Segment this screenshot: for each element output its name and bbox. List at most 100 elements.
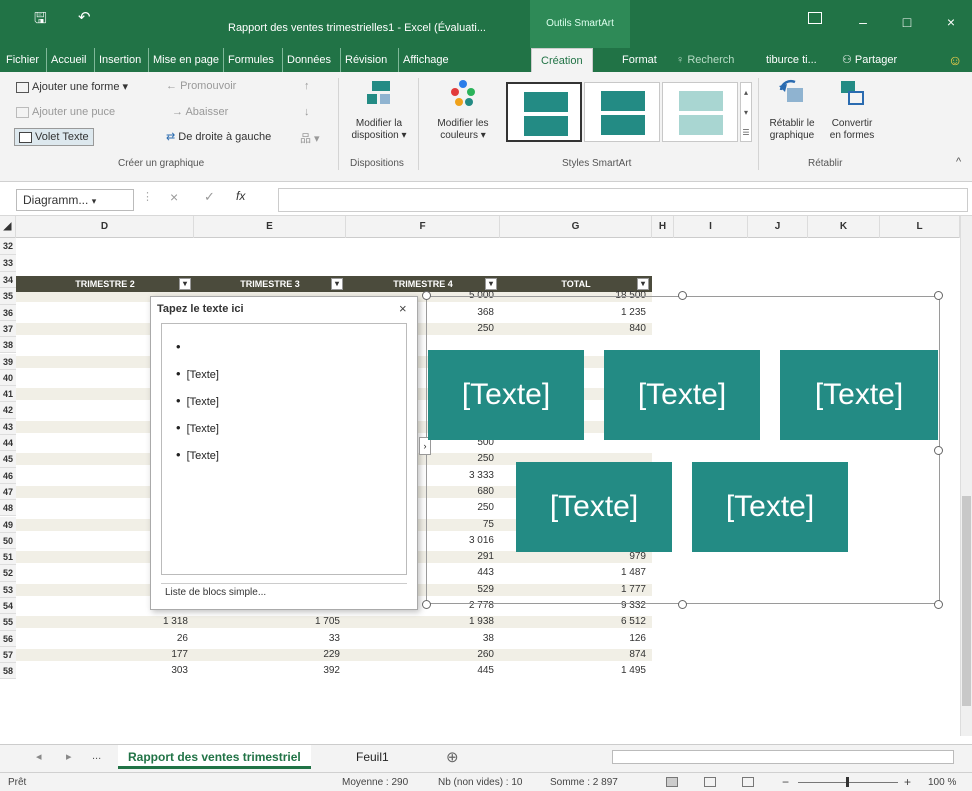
header-trimestre-3[interactable]: TRIMESTRE 3 ▾ [194, 276, 346, 292]
row-header[interactable]: 36 [0, 304, 16, 321]
column-header-i[interactable]: I [674, 216, 748, 238]
close-button[interactable]: × [936, 14, 966, 30]
zoom-in-button[interactable]: + [904, 775, 911, 789]
sheet-nav-next-icon[interactable]: ▸ [66, 750, 72, 763]
ribbon-display-icon[interactable] [808, 12, 822, 24]
normal-view-icon[interactable] [666, 777, 678, 787]
smartart-style-3[interactable] [662, 82, 738, 142]
table-cell[interactable]: 445 [346, 665, 500, 676]
filter-dropdown-icon[interactable]: ▾ [331, 278, 343, 290]
column-header-e[interactable]: E [194, 216, 346, 238]
layout-org-icon[interactable]: 品 ▾ [300, 130, 320, 146]
table-cell[interactable]: 1 938 [346, 616, 500, 627]
resize-handle[interactable] [678, 291, 687, 300]
tab-donnees[interactable]: Données [282, 48, 331, 72]
filter-dropdown-icon[interactable]: ▾ [485, 278, 497, 290]
row-header[interactable]: 38 [0, 337, 16, 354]
undo-icon[interactable]: ↶ [78, 8, 91, 26]
smartart-style-1[interactable] [506, 82, 582, 142]
row-header[interactable]: 33 [0, 255, 16, 272]
change-layout-button[interactable]: Modifier la disposition ▾ [348, 78, 410, 142]
row-header[interactable]: 47 [0, 483, 16, 501]
table-cell[interactable]: 6 512 [500, 616, 652, 627]
resize-handle[interactable] [422, 600, 431, 609]
column-header-j[interactable]: J [748, 216, 808, 238]
tab-formules[interactable]: Formules [223, 48, 274, 72]
cancel-icon[interactable]: × [170, 189, 178, 205]
tab-creation[interactable]: Création [531, 48, 593, 72]
tab-mise-en-page[interactable]: Mise en page [148, 48, 219, 72]
column-header-k[interactable]: K [808, 216, 880, 238]
reset-graphic-button[interactable]: Rétablir le graphique [762, 78, 822, 142]
row-header[interactable]: 40 [0, 369, 16, 387]
text-pane-button[interactable]: Volet Texte [14, 128, 94, 146]
row-header[interactable]: 56 [0, 630, 16, 647]
column-header-g[interactable]: G [500, 216, 652, 238]
add-sheet-icon[interactable]: ⊕ [446, 748, 459, 766]
zoom-out-button[interactable]: − [782, 775, 789, 789]
save-icon[interactable]: 🖫 [34, 8, 47, 33]
row-header[interactable]: 51 [0, 549, 16, 566]
table-cell[interactable]: 229 [194, 649, 346, 660]
column-header-l[interactable]: L [880, 216, 960, 238]
move-down-icon[interactable]: ↓ [304, 106, 310, 118]
enter-check-icon[interactable]: ✓ [204, 189, 215, 205]
text-pane-layout-name[interactable]: Liste de blocs simple... [161, 583, 407, 601]
table-cell[interactable]: 126 [500, 633, 652, 644]
vertical-scrollbar[interactable] [960, 216, 972, 736]
page-layout-view-icon[interactable] [704, 777, 716, 787]
table-cell[interactable]: 177 [16, 649, 194, 660]
page-break-view-icon[interactable] [742, 777, 754, 787]
row-header[interactable]: 57 [0, 646, 16, 664]
tab-affichage[interactable]: Affichage [398, 48, 449, 72]
table-cell[interactable]: 1 495 [500, 665, 652, 676]
row-header[interactable]: 43 [0, 418, 16, 435]
table-cell[interactable]: 26 [16, 633, 194, 644]
filter-dropdown-icon[interactable]: ▾ [179, 278, 191, 290]
row-header[interactable]: 46 [0, 467, 16, 484]
header-trimestre-2[interactable]: TRIMESTRE 2 ▾ [16, 276, 194, 292]
sheet-tab-rapport[interactable]: Rapport des ventes trimestriel [118, 745, 311, 769]
smartart-style-2[interactable] [584, 82, 660, 142]
row-header[interactable]: 39 [0, 353, 16, 370]
bullet-item[interactable]: [Texte] [176, 415, 219, 442]
table-cell[interactable]: 260 [346, 649, 500, 660]
row-header[interactable]: 45 [0, 451, 16, 468]
tab-insertion[interactable]: Insertion [94, 48, 141, 72]
convert-to-shapes-button[interactable]: Convertir en formes [824, 78, 880, 142]
row-header[interactable]: 50 [0, 532, 16, 550]
smartart-shape[interactable]: [Texte] [516, 462, 672, 552]
row-header[interactable]: 32 [0, 238, 16, 255]
collapse-ribbon-icon[interactable]: ^ [956, 156, 961, 168]
insert-function-icon[interactable]: fx [236, 189, 245, 203]
resize-handle[interactable] [678, 600, 687, 609]
tab-format[interactable]: Format [622, 48, 657, 72]
smartart-shape[interactable]: [Texte] [692, 462, 848, 552]
share-button[interactable]: ⚇ Partager [842, 48, 897, 72]
filter-dropdown-icon[interactable]: ▾ [637, 278, 649, 290]
tab-revision[interactable]: Révision [340, 48, 387, 72]
column-header-f[interactable]: F [346, 216, 500, 238]
add-shape-button[interactable]: Ajouter une forme ▾ [16, 80, 128, 93]
tell-me-search[interactable]: ♀ Recherch [676, 48, 734, 72]
feedback-smiley-icon[interactable]: ☺ [948, 48, 962, 72]
tab-accueil[interactable]: Accueil [46, 48, 86, 72]
table-cell[interactable]: 392 [194, 665, 346, 676]
scroll-thumb[interactable] [962, 496, 971, 706]
zoom-slider-thumb[interactable] [846, 777, 849, 787]
change-colors-button[interactable]: Modifier les couleurs ▾ [428, 78, 498, 142]
resize-handle[interactable] [934, 291, 943, 300]
minimize-button[interactable]: – [848, 14, 878, 30]
row-header[interactable]: 55 [0, 614, 16, 631]
table-cell[interactable]: 38 [346, 633, 500, 644]
styles-gallery-scroll[interactable]: ▴ ▾ ☰ [740, 82, 752, 142]
formula-input[interactable] [278, 188, 968, 212]
name-box[interactable]: Diagramm... ▾ [16, 189, 134, 211]
table-cell[interactable]: 874 [500, 649, 652, 660]
row-header[interactable]: 41 [0, 386, 16, 403]
table-cell[interactable]: 303 [16, 665, 194, 676]
smartart-frame[interactable]: › [419, 296, 940, 604]
smartart-text-pane[interactable]: Tapez le texte ici × [Texte] [Texte] [Te… [150, 296, 418, 610]
move-up-icon[interactable]: ↑ [304, 80, 310, 92]
row-header[interactable]: 54 [0, 598, 16, 615]
